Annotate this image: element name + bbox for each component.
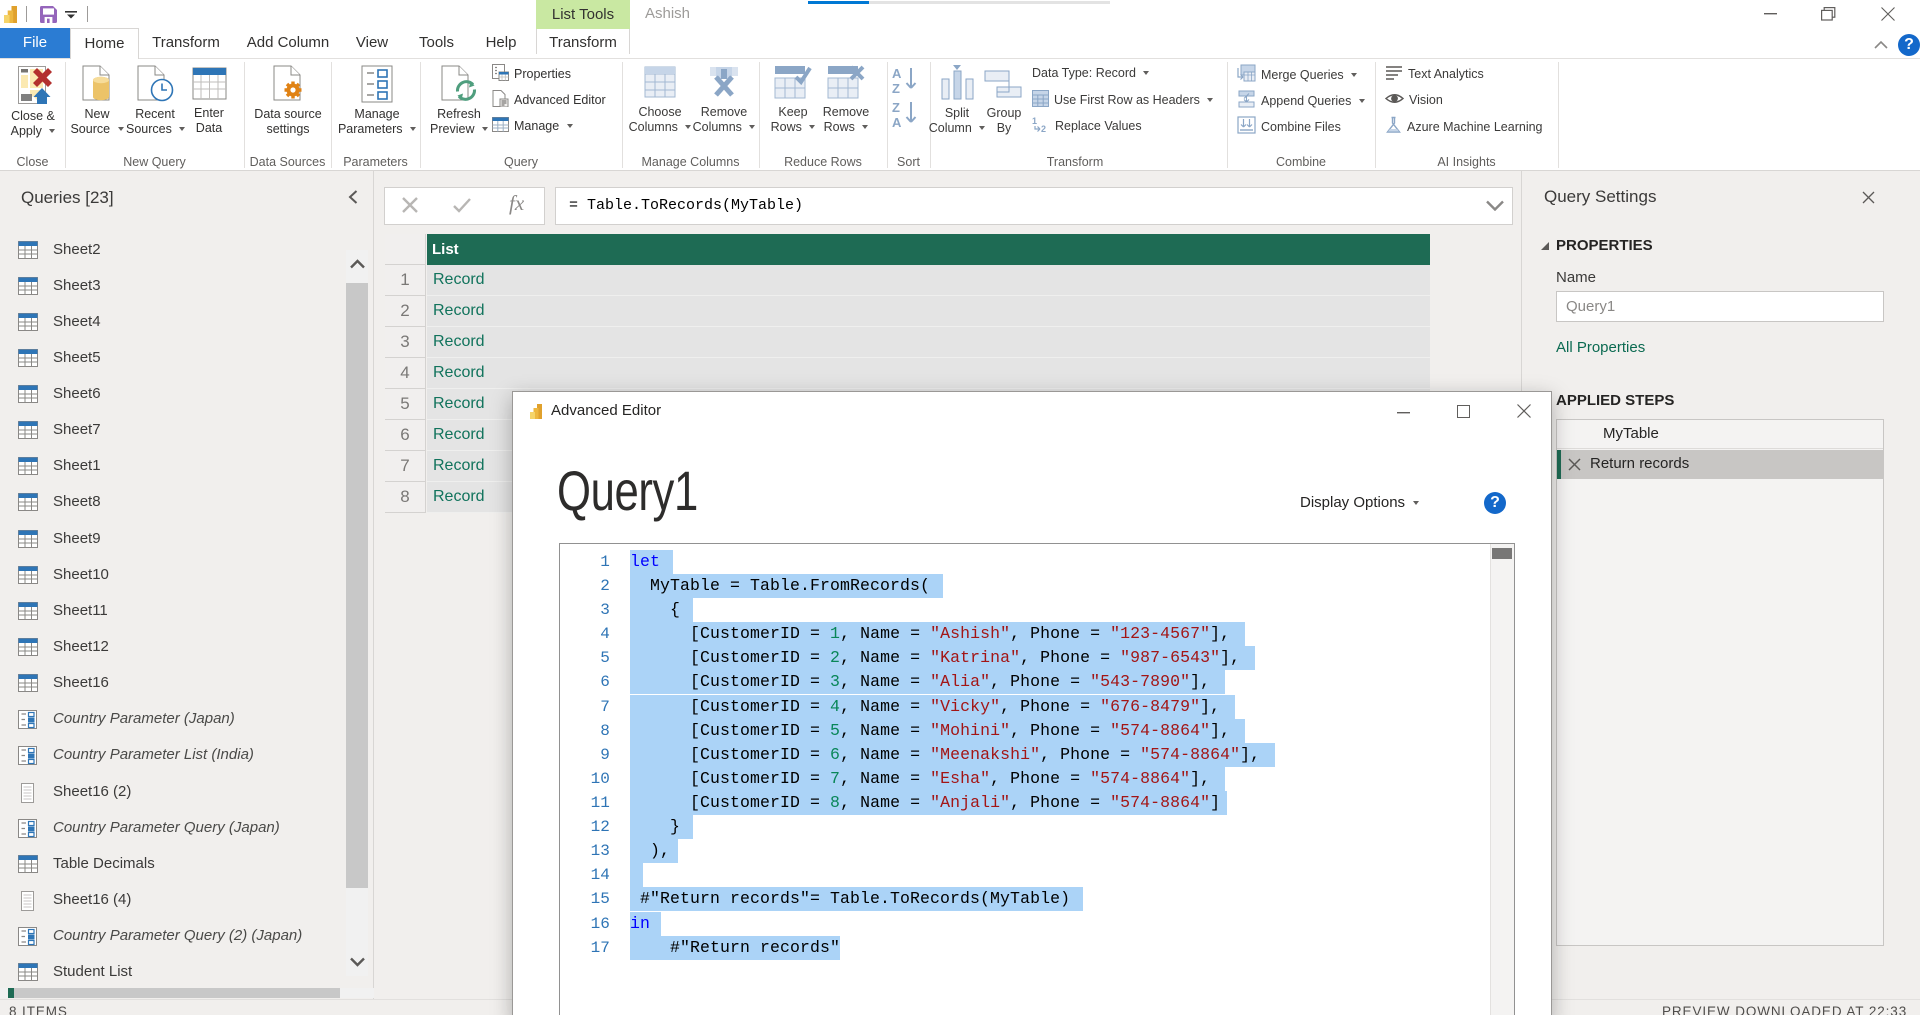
svg-text:1: 1 xyxy=(1032,116,1037,126)
svg-text:A: A xyxy=(892,66,902,81)
svg-text:A: A xyxy=(892,115,902,128)
svg-text:Z: Z xyxy=(892,100,900,115)
svg-text:Z: Z xyxy=(892,81,900,94)
svg-text:2: 2 xyxy=(1041,124,1046,133)
